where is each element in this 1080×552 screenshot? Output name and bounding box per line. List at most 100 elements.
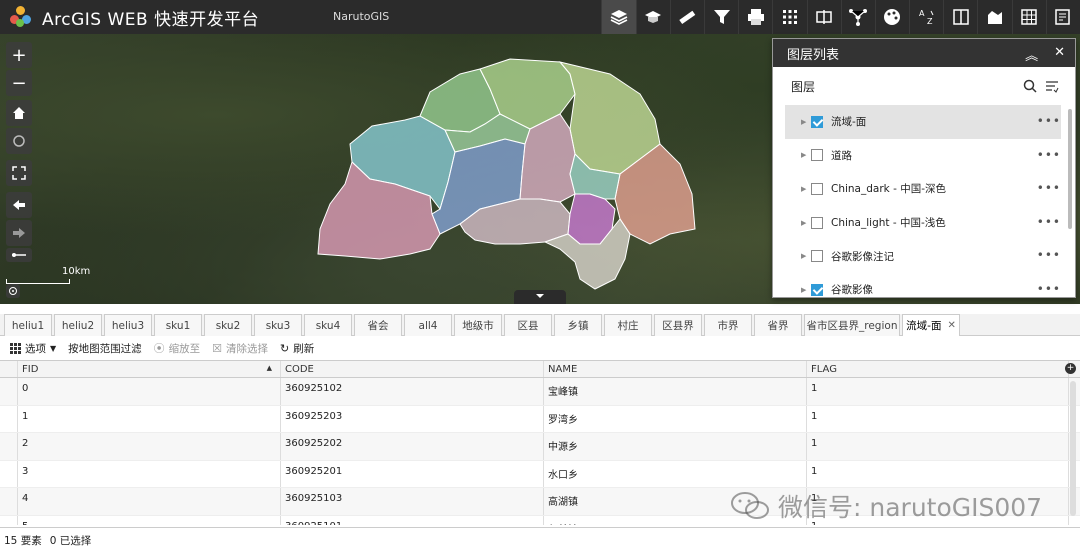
layer-item-4[interactable]: ▶ 谷歌影像注记 ••• <box>785 239 1061 273</box>
more-options-icon[interactable]: ••• <box>1037 215 1061 229</box>
more-options-icon[interactable]: ••• <box>1037 282 1061 296</box>
table-row[interactable]: 3 360925201 水口乡 1 <box>0 460 1080 489</box>
tab-heliu1[interactable]: heliu1 <box>4 314 52 336</box>
crosshair-button[interactable] <box>6 284 20 298</box>
tab-county-boundary[interactable]: 区县界 <box>654 314 702 336</box>
zoom-out-button[interactable]: − <box>6 70 32 96</box>
scale-toggle-button[interactable] <box>6 248 32 262</box>
split-icon[interactable] <box>943 0 977 34</box>
tab-township[interactable]: 乡镇 <box>554 314 602 336</box>
tab-district-county[interactable]: 区县 <box>504 314 552 336</box>
filter-by-extent-button[interactable]: 按地图范围过滤 <box>68 341 142 356</box>
next-extent-button[interactable] <box>6 220 32 246</box>
layer-item-3[interactable]: ▶ China_light - 中国-浅色 ••• <box>785 206 1061 240</box>
tab-sku2[interactable]: sku2 <box>204 314 252 336</box>
cell-fid: 3 <box>18 460 281 488</box>
cell-name: 水口乡 <box>544 460 807 488</box>
layer-list-title: 图层列表 <box>787 47 840 63</box>
cell-name: 罗湾乡 <box>544 405 807 433</box>
locate-button[interactable] <box>6 128 32 154</box>
layers-icon[interactable] <box>601 0 636 34</box>
layer-item-2[interactable]: ▶ China_dark - 中国-深色 ••• <box>785 172 1061 206</box>
layer-item-0[interactable]: ▶ 流域-面 ••• <box>785 105 1061 139</box>
fullscreen-button[interactable] <box>6 160 32 186</box>
tab-boundary-region[interactable]: 省市区县界_region <box>804 314 900 336</box>
row-selector-header[interactable] <box>0 361 18 377</box>
refresh-button[interactable]: ↻ 刷新 <box>280 341 314 356</box>
close-icon[interactable]: ✕ <box>1054 45 1065 64</box>
home-button[interactable] <box>6 100 32 126</box>
previous-extent-button[interactable] <box>6 192 32 218</box>
column-header-flag[interactable]: FLAG <box>807 361 1069 377</box>
layer-visibility-checkbox[interactable] <box>811 283 823 296</box>
tab-sku1[interactable]: sku1 <box>154 314 202 336</box>
layer-visibility-checkbox[interactable] <box>811 182 823 195</box>
label-icon[interactable]: AZ <box>909 0 943 34</box>
palette-icon[interactable] <box>874 0 909 34</box>
caret-right-icon[interactable]: ▶ <box>801 252 811 260</box>
column-header-fid[interactable]: FID ▲ <box>18 361 281 377</box>
layer-list-scrollbar[interactable] <box>1068 109 1072 229</box>
measure-icon[interactable] <box>669 0 704 34</box>
tab-village[interactable]: 村庄 <box>604 314 652 336</box>
caret-right-icon[interactable]: ▶ <box>801 219 811 227</box>
zoom-in-button[interactable]: + <box>6 42 32 68</box>
options-button[interactable]: 选项 ▼ <box>10 341 56 356</box>
tab-sku4[interactable]: sku4 <box>304 314 352 336</box>
grid-icon[interactable] <box>772 0 806 34</box>
caret-right-icon[interactable]: ▶ <box>801 185 811 193</box>
table-row[interactable]: 2 360925202 中源乡 1 <box>0 433 1080 461</box>
print-icon[interactable] <box>738 0 772 34</box>
more-options-icon[interactable]: ••• <box>1037 248 1061 262</box>
clip-icon[interactable] <box>977 0 1011 34</box>
swipe-icon[interactable] <box>806 0 841 34</box>
layer-item-1[interactable]: ▶ 道路 ••• <box>785 139 1061 173</box>
tab-prefecture-city[interactable]: 地级市 <box>454 314 502 336</box>
tab-all4[interactable]: all4 <box>404 314 452 336</box>
zoom-to-button[interactable]: ⦿ 缩放至 <box>154 340 201 356</box>
filter-icon[interactable] <box>703 0 738 34</box>
layer-item-5[interactable]: ▶ 谷歌影像 ••• <box>785 273 1061 297</box>
network-icon[interactable] <box>840 0 875 34</box>
row-selector[interactable] <box>0 488 18 515</box>
layer-visibility-checkbox[interactable] <box>811 115 823 128</box>
layer-section-header: 图层 <box>773 67 1075 105</box>
tab-sku3[interactable]: sku3 <box>254 314 302 336</box>
row-selector[interactable] <box>0 433 18 460</box>
more-options-icon[interactable]: ••• <box>1037 181 1061 195</box>
caret-right-icon[interactable]: ▶ <box>801 151 811 159</box>
tab-city-boundary[interactable]: 市界 <box>704 314 752 336</box>
layer-visibility-checkbox[interactable] <box>811 216 823 229</box>
layer-visibility-checkbox[interactable] <box>811 250 823 263</box>
table-row[interactable]: 1 360925203 罗湾乡 1 <box>0 405 1080 434</box>
caret-right-icon[interactable]: ▶ <box>801 286 811 294</box>
row-selector[interactable] <box>0 515 18 525</box>
cell-name: 中源乡 <box>544 433 807 460</box>
column-header-code[interactable]: CODE <box>281 361 544 377</box>
tab-heliu2[interactable]: heliu2 <box>54 314 102 336</box>
search-icon[interactable] <box>1023 79 1037 93</box>
basemap-icon[interactable] <box>635 0 670 34</box>
close-icon[interactable]: ✕ <box>947 320 955 331</box>
row-selector[interactable] <box>0 378 18 405</box>
column-header-name[interactable]: NAME <box>544 361 807 377</box>
tab-province-boundary[interactable]: 省界 <box>754 314 802 336</box>
row-selector[interactable] <box>0 460 18 488</box>
caret-right-icon[interactable]: ▶ <box>801 118 811 126</box>
table-icon[interactable] <box>1011 0 1046 34</box>
tab-heliu3[interactable]: heliu3 <box>104 314 152 336</box>
attribute-table-toggle[interactable] <box>514 290 566 304</box>
clear-selection-button[interactable]: ☒ 清除选择 <box>212 341 268 356</box>
more-options-icon[interactable]: ••• <box>1037 148 1061 162</box>
list-filter-icon[interactable] <box>1045 79 1059 93</box>
row-selector[interactable] <box>0 405 18 433</box>
tab-provincial-capital[interactable]: 省会 <box>354 314 402 336</box>
collapse-icon[interactable]: ︽ <box>1025 45 1038 64</box>
table-row[interactable]: 0 360925102 宝峰镇 1 <box>0 378 1080 406</box>
more-options-icon[interactable]: ••• <box>1037 114 1061 128</box>
add-column-icon[interactable]: + <box>1065 363 1076 374</box>
layer-visibility-checkbox[interactable] <box>811 149 823 162</box>
table-scrollbar[interactable] <box>1070 381 1076 516</box>
tab-watershed-polygon[interactable]: 流域-面 ✕ <box>902 314 960 336</box>
edit-icon[interactable] <box>1045 0 1080 34</box>
